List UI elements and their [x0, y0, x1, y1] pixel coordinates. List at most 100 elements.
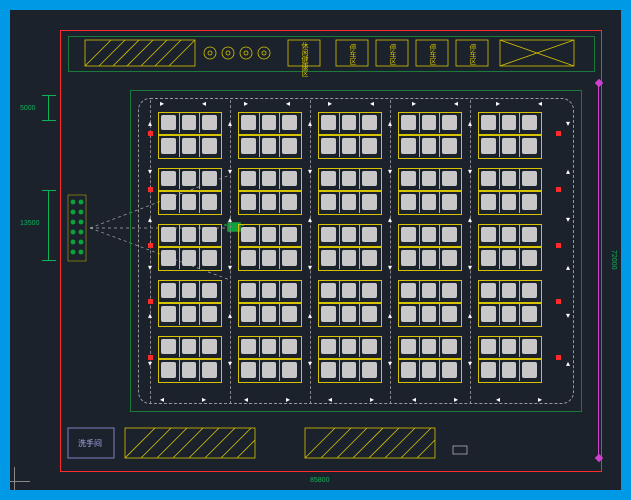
stop-mark [148, 131, 153, 136]
car-icon [342, 283, 357, 298]
stall-divider [419, 168, 420, 189]
stall-divider [199, 168, 200, 189]
car-icon [481, 115, 496, 130]
stall-divider [519, 336, 520, 357]
stall-divider [279, 135, 280, 156]
stall-divider [519, 303, 520, 324]
stall-divider [419, 135, 420, 156]
car-icon [362, 362, 377, 377]
stall-divider [499, 247, 500, 268]
stall-divider [179, 135, 180, 156]
car-icon [442, 138, 457, 153]
stall-divider [519, 191, 520, 212]
car-icon [401, 194, 416, 209]
car-icon [321, 362, 336, 377]
flow-arrow-icon: ◂ [202, 100, 206, 108]
car-icon [442, 283, 457, 298]
car-icon [522, 138, 537, 153]
car-icon [481, 306, 496, 321]
car-icon [502, 115, 517, 130]
stall-divider [359, 359, 360, 380]
stop-mark [556, 299, 561, 304]
car-icon [481, 138, 496, 153]
car-icon [502, 227, 517, 242]
car-icon [241, 138, 256, 153]
car-icon [422, 339, 437, 354]
flow-arrow-icon: ▴ [566, 168, 570, 176]
car-icon [522, 306, 537, 321]
stall-divider [339, 359, 340, 380]
stall-divider [419, 247, 420, 268]
cad-canvas[interactable]: 5000 13500 72000 85800 [10, 10, 621, 490]
flow-arrow-icon: ▸ [496, 100, 500, 108]
car-icon [182, 306, 197, 321]
car-icon [262, 194, 277, 209]
car-icon [262, 171, 277, 186]
car-icon [481, 339, 496, 354]
flow-arrow-icon: ◂ [244, 396, 248, 404]
car-icon [342, 362, 357, 377]
car-icon [282, 283, 297, 298]
car-icon [442, 362, 457, 377]
car-icon [401, 283, 416, 298]
car-icon [481, 362, 496, 377]
flow-arrow-icon: ▾ [468, 360, 472, 368]
stall-divider [519, 359, 520, 380]
car-icon [182, 115, 197, 130]
stall-divider [439, 135, 440, 156]
car-icon [481, 283, 496, 298]
stall-divider [279, 191, 280, 212]
stop-mark [148, 299, 153, 304]
car-icon [321, 250, 336, 265]
car-icon [522, 362, 537, 377]
car-icon [282, 115, 297, 130]
flow-arrow-icon: ▾ [228, 264, 232, 272]
stall-divider [519, 135, 520, 156]
flow-arrow-icon: ▾ [228, 360, 232, 368]
stall-divider [199, 303, 200, 324]
car-icon [282, 194, 297, 209]
car-icon [282, 227, 297, 242]
car-icon [422, 250, 437, 265]
stall-divider [439, 168, 440, 189]
stall-divider [199, 135, 200, 156]
flow-arrow-icon: ▴ [308, 216, 312, 224]
flow-arrow-icon: ▴ [388, 120, 392, 128]
flow-arrow-icon: ▴ [308, 312, 312, 320]
stall-divider [279, 112, 280, 133]
car-icon [502, 362, 517, 377]
stop-mark [556, 355, 561, 360]
flow-arrow-icon: ▴ [148, 312, 152, 320]
car-icon [522, 250, 537, 265]
flow-arrow-icon: ▾ [148, 168, 152, 176]
stall-divider [339, 168, 340, 189]
stall-divider [339, 280, 340, 301]
stall-divider [499, 112, 500, 133]
car-icon [342, 138, 357, 153]
stall-divider [339, 135, 340, 156]
car-icon [161, 115, 176, 130]
car-icon [202, 227, 217, 242]
flow-arrow-icon: ▾ [228, 168, 232, 176]
flow-arrow-icon: ▴ [468, 120, 472, 128]
flow-arrow-icon: ◂ [496, 396, 500, 404]
flow-arrow-icon: ▸ [244, 100, 248, 108]
flow-arrow-icon: ▴ [388, 312, 392, 320]
stop-mark [148, 243, 153, 248]
flow-arrow-icon: ▴ [388, 216, 392, 224]
car-icon [282, 306, 297, 321]
stall-divider [259, 280, 260, 301]
car-icon [202, 171, 217, 186]
stall-divider [259, 247, 260, 268]
car-icon [182, 171, 197, 186]
flow-arrow-icon: ▾ [308, 264, 312, 272]
stall-divider [499, 280, 500, 301]
stall-divider [499, 359, 500, 380]
stall-divider [339, 112, 340, 133]
car-icon [401, 362, 416, 377]
stall-divider [419, 336, 420, 357]
flow-arrow-icon: ▴ [148, 120, 152, 128]
car-icon [282, 171, 297, 186]
car-icon [522, 115, 537, 130]
stall-divider [359, 168, 360, 189]
